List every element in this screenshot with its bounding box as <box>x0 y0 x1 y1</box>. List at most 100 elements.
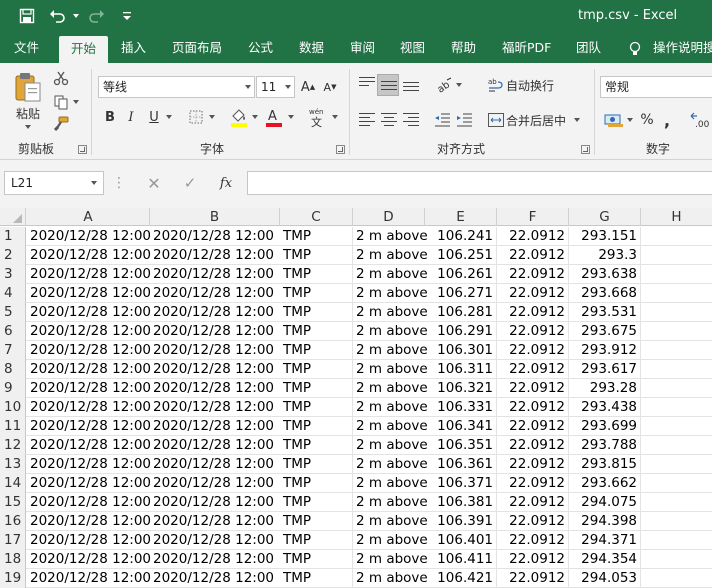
row-header[interactable]: 14 <box>0 474 26 493</box>
row-header[interactable]: 9 <box>0 379 26 398</box>
increase-decimal-icon[interactable]: .00 <box>688 109 712 131</box>
cell[interactable]: 22.0912 <box>497 493 569 512</box>
redo-icon[interactable] <box>84 6 108 26</box>
cell[interactable]: TMP <box>280 474 353 493</box>
cell[interactable]: 2 m above <box>353 493 428 512</box>
cell[interactable]: 106.341 <box>425 417 497 436</box>
customize-quick-access-icon[interactable] <box>120 6 134 26</box>
cell[interactable]: 293.28 <box>569 379 641 398</box>
cell[interactable]: 293.638 <box>569 265 641 284</box>
cell[interactable] <box>641 341 712 360</box>
cell[interactable]: 22.0912 <box>497 569 569 588</box>
cell[interactable]: TMP <box>280 322 353 341</box>
cell[interactable]: 293.617 <box>569 360 641 379</box>
number-format-combo[interactable]: 常规 <box>600 76 712 98</box>
italic-button[interactable]: I <box>122 107 140 127</box>
cell[interactable]: 2020/12/28 12:00 <box>150 455 280 474</box>
cell[interactable]: TMP <box>280 341 353 360</box>
row-header[interactable]: 18 <box>0 550 26 569</box>
cell[interactable]: TMP <box>280 227 353 246</box>
cell[interactable]: 2020/12/28 12:00 <box>150 493 280 512</box>
cell[interactable]: 2020/12/28 12:00 <box>27 493 151 512</box>
cancel-entry-icon[interactable]: ✕ <box>144 174 164 193</box>
font-name-dropdown-icon[interactable] <box>245 85 251 89</box>
cell[interactable]: 22.0912 <box>497 550 569 569</box>
cell[interactable]: 22.0912 <box>497 379 569 398</box>
cell[interactable]: 2 m above <box>353 474 428 493</box>
font-color-icon[interactable]: A <box>263 105 285 129</box>
cell[interactable]: 2020/12/28 12:00 <box>27 550 151 569</box>
cell[interactable]: 2 m above <box>353 284 428 303</box>
cell[interactable]: 293.3 <box>569 246 641 265</box>
cell[interactable]: 293.815 <box>569 455 641 474</box>
orientation-icon[interactable]: ab <box>433 75 455 95</box>
cell[interactable]: 2020/12/28 12:00 <box>150 227 280 246</box>
row-header[interactable]: 11 <box>0 417 26 436</box>
cell[interactable]: TMP <box>280 550 353 569</box>
cell[interactable]: TMP <box>280 417 353 436</box>
cell[interactable]: 22.0912 <box>497 265 569 284</box>
cell[interactable]: TMP <box>280 246 353 265</box>
row-header[interactable]: 15 <box>0 493 26 512</box>
font-color-dropdown-icon[interactable] <box>288 115 294 119</box>
row-header[interactable]: 12 <box>0 436 26 455</box>
tell-me-icon[interactable] <box>628 33 642 63</box>
borders-icon[interactable] <box>186 107 206 127</box>
cell[interactable]: 22.0912 <box>497 474 569 493</box>
borders-dropdown-icon[interactable] <box>209 115 215 119</box>
cell[interactable] <box>641 398 712 417</box>
cell[interactable]: TMP <box>280 493 353 512</box>
cell[interactable]: TMP <box>280 265 353 284</box>
paste-dropdown-icon[interactable] <box>25 125 31 129</box>
cell[interactable] <box>641 360 712 379</box>
insert-function-icon[interactable]: fx <box>216 174 236 192</box>
cell[interactable] <box>641 531 712 550</box>
cell[interactable]: 22.0912 <box>497 341 569 360</box>
decrease-font-size-icon[interactable]: A ▼ <box>320 76 340 98</box>
cell[interactable]: 2 m above <box>353 436 428 455</box>
copy-dropdown-icon[interactable] <box>73 100 79 104</box>
cell[interactable]: 293.151 <box>569 227 641 246</box>
percent-style-button[interactable]: % <box>638 109 656 131</box>
cell[interactable]: 106.381 <box>425 493 497 512</box>
tab-foxit-pdf[interactable]: 福昕PDF <box>502 33 551 63</box>
cell[interactable]: 2020/12/28 12:00 <box>27 531 151 550</box>
formula-input[interactable] <box>247 171 712 195</box>
cell[interactable]: 22.0912 <box>497 398 569 417</box>
row-header[interactable]: 8 <box>0 360 26 379</box>
cell[interactable]: 2020/12/28 12:00 <box>150 322 280 341</box>
cell[interactable]: 106.331 <box>425 398 497 417</box>
cell[interactable]: 22.0912 <box>497 303 569 322</box>
tab-help[interactable]: 帮助 <box>451 33 476 63</box>
cell[interactable]: TMP <box>280 531 353 550</box>
cell[interactable]: TMP <box>280 284 353 303</box>
cell[interactable]: 22.0912 <box>497 322 569 341</box>
cell[interactable]: 106.361 <box>425 455 497 474</box>
wrap-text-icon[interactable]: ab <box>486 74 506 96</box>
alignment-launcher-icon[interactable] <box>581 145 590 154</box>
tab-review[interactable]: 审阅 <box>350 33 375 63</box>
cell[interactable]: 2 m above <box>353 550 428 569</box>
align-top-icon[interactable] <box>359 76 375 90</box>
cell[interactable]: 106.241 <box>425 227 497 246</box>
row-header[interactable]: 13 <box>0 455 26 474</box>
cell[interactable]: 293.912 <box>569 341 641 360</box>
cell[interactable]: 293.531 <box>569 303 641 322</box>
cell[interactable]: 2020/12/28 12:00 <box>27 341 151 360</box>
cell[interactable]: 2020/12/28 12:00 <box>150 550 280 569</box>
orientation-dropdown-icon[interactable] <box>456 83 462 87</box>
cell[interactable]: 106.301 <box>425 341 497 360</box>
underline-button[interactable]: U <box>145 107 163 127</box>
cell[interactable] <box>641 569 712 588</box>
row-header[interactable]: 6 <box>0 322 26 341</box>
cell[interactable]: 22.0912 <box>497 512 569 531</box>
cell[interactable]: 2 m above <box>353 379 428 398</box>
bold-button[interactable]: B <box>101 107 119 127</box>
cell[interactable]: 2020/12/28 12:00 <box>150 284 280 303</box>
cell[interactable]: 2020/12/28 12:00 <box>150 379 280 398</box>
wrap-text-button[interactable]: 自动换行 <box>506 74 560 96</box>
name-box-dropdown-icon[interactable] <box>91 181 97 185</box>
cell[interactable] <box>641 246 712 265</box>
merge-center-icon[interactable] <box>486 109 506 131</box>
row-header[interactable]: 3 <box>0 265 26 284</box>
